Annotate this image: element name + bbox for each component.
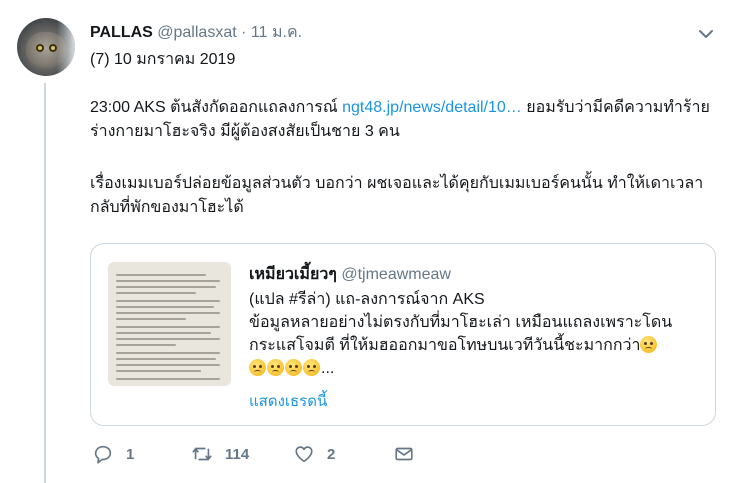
tweet-text-before-link: 23:00 AKS ต้นสังกัดออกแถลงการณ์	[90, 99, 343, 116]
quoted-tweet-image[interactable]	[108, 262, 231, 386]
quoted-user-handle[interactable]: @tjmeawmeaw	[341, 266, 451, 283]
show-thread-link[interactable]: แสดงเธรดนี้	[249, 389, 327, 413]
frowning-face-emoji-icon	[303, 359, 320, 376]
reply-count: 1	[126, 445, 135, 463]
quoted-display-name[interactable]: เหมียวเมี้ยวๆ	[249, 266, 337, 283]
retweet-count: 114	[225, 445, 250, 463]
tweet-header: PALLAS @pallasxat · 11 ม.ค.	[90, 20, 302, 45]
frowning-face-emoji-icon	[640, 336, 658, 353]
like-button[interactable]: 2	[293, 442, 335, 466]
avatar-glare	[57, 18, 75, 76]
avatar[interactable]	[17, 18, 75, 76]
heart-icon	[295, 446, 313, 463]
separator-dot: ·	[241, 24, 247, 41]
chevron-down-icon[interactable]	[696, 24, 716, 44]
avatar-eye	[49, 44, 57, 52]
thread-connector-line	[44, 83, 46, 483]
quoted-tweet-text: (แปล #รีล่า) แถ-ลงการณ์จาก AKS ข้อมูลหลา…	[249, 288, 704, 380]
reply-icon	[94, 445, 112, 464]
display-name[interactable]: PALLAS	[90, 24, 153, 41]
tweet-paragraph-2: เรื่องเมมเบอร์ปล่อยข้อมูลส่วนตัว บอกว่า …	[90, 175, 704, 216]
avatar-eye	[36, 44, 44, 52]
user-handle[interactable]: @pallasxat	[157, 24, 236, 41]
tweet-subline: (7) 10 มกราคม 2019	[90, 51, 236, 68]
tweet-actions: 1 114 2	[90, 442, 490, 466]
reply-button[interactable]: 1	[92, 442, 134, 466]
quoted-ellipsis: ...	[321, 360, 335, 377]
like-count: 2	[327, 445, 336, 463]
quoted-text-body: ข้อมูลหลายอย่างไม่ตรงกับที่มาโฮะเล่า เหม…	[249, 314, 673, 354]
quoted-tweet-header: เหมียวเมี้ยวๆ @tjmeawmeaw	[249, 262, 451, 287]
envelope-icon	[395, 447, 413, 461]
retweet-button[interactable]: 114	[191, 442, 249, 466]
direct-message-button[interactable]	[393, 442, 415, 466]
frowning-face-emoji-icon	[249, 359, 266, 376]
frowning-face-emoji-icon	[285, 359, 302, 376]
frowning-face-emoji-icon	[267, 359, 284, 376]
quoted-emoji-row: ...	[249, 357, 704, 380]
retweet-icon	[192, 447, 212, 461]
quoted-text-line-1: (แปล #รีล่า) แถ-ลงการณ์จาก AKS	[249, 291, 485, 308]
quoted-text-line-2: ข้อมูลหลายอย่างไม่ตรงกับที่มาโฮะเล่า เหม…	[249, 311, 704, 357]
tweet-link[interactable]: ngt48.jp/news/detail/10…	[342, 99, 522, 116]
tweet-date[interactable]: 11 ม.ค.	[251, 24, 302, 41]
quoted-tweet-card[interactable]: เหมียวเมี้ยวๆ @tjmeawmeaw (แปล #รีล่า) แ…	[90, 243, 716, 426]
tweet-paragraph-1: 23:00 AKS ต้นสังกัดออกแถลงการณ์ ngt48.jp…	[90, 96, 720, 144]
